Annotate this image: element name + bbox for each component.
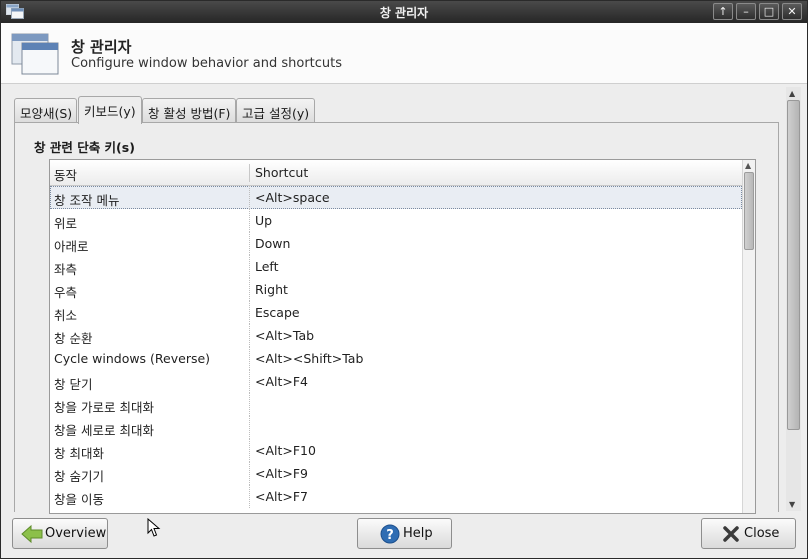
table-row[interactable]: 좌측 Left xyxy=(50,255,742,278)
titlebar[interactable]: 창 관리자 ↑ – □ ✕ xyxy=(1,1,807,23)
table-scrollbar-thumb[interactable] xyxy=(744,172,754,250)
dialog-scrollbar-thumb[interactable] xyxy=(787,100,800,430)
back-arrow-icon xyxy=(21,524,43,544)
table-row[interactable]: 창을 세로로 최대화 xyxy=(50,416,742,439)
column-divider xyxy=(249,301,250,324)
close-button[interactable]: Close xyxy=(701,518,796,549)
shortcut-cell: <Alt><Shift>Tab xyxy=(255,351,364,366)
shortcut-cell: Up xyxy=(255,213,273,228)
column-divider xyxy=(249,393,250,416)
column-divider xyxy=(249,164,250,182)
column-divider xyxy=(249,186,250,209)
action-cell: 위로 xyxy=(54,216,78,231)
shortcut-cell: Left xyxy=(255,259,279,274)
minimize-button[interactable]: – xyxy=(736,3,756,20)
shortcut-cell: Escape xyxy=(255,305,300,320)
table-row[interactable]: 창을 가로로 최대화 xyxy=(50,393,742,416)
shortcut-cell: <Alt>F10 xyxy=(255,443,316,458)
section-label: 창 관련 단축 키(s) xyxy=(34,140,135,155)
action-cell: 창을 이동 xyxy=(54,492,104,507)
table-row[interactable]: 창 순환 <Alt>Tab xyxy=(50,324,742,347)
tab-focus[interactable]: 창 활성 방법(F) xyxy=(142,98,236,123)
header-subtitle: Configure window behavior and shortcuts xyxy=(71,56,343,71)
dialog-scrollbar[interactable]: ▲ ▼ xyxy=(786,87,801,511)
column-divider xyxy=(249,439,250,462)
action-cell: 창 순환 xyxy=(54,331,93,346)
svg-text:?: ? xyxy=(386,528,394,543)
tab-keyboard[interactable]: 키보드(y) xyxy=(78,96,142,124)
window-up-button[interactable]: ↑ xyxy=(713,3,733,20)
action-cell: 창을 세로로 최대화 xyxy=(54,423,154,438)
overview-button[interactable]: Overview xyxy=(12,518,108,549)
shortcut-cell: <Alt>F9 xyxy=(255,466,309,481)
action-cell: 취소 xyxy=(54,308,78,323)
column-divider xyxy=(249,370,250,393)
window-manager-icon xyxy=(11,33,59,75)
table-row[interactable]: 위로 Up xyxy=(50,209,742,232)
table-row[interactable]: 취소 Escape xyxy=(50,301,742,324)
column-divider xyxy=(249,255,250,278)
action-cell: 창 조작 메뉴 xyxy=(54,193,120,208)
maximize-button[interactable]: □ xyxy=(759,3,779,20)
help-button-label: Help xyxy=(403,526,433,541)
scroll-down-arrow-icon[interactable]: ▼ xyxy=(789,500,795,509)
table-row[interactable]: 창 숨기기 <Alt>F9 xyxy=(50,462,742,485)
table-row[interactable]: 창 조작 메뉴 <Alt>space xyxy=(50,186,742,209)
help-icon: ? xyxy=(380,524,400,544)
action-cell: 창 숨기기 xyxy=(54,469,104,484)
close-button-label: Close xyxy=(744,526,780,541)
shortcuts-table[interactable]: 동작 Shortcut 창 조작 메뉴 <Alt>space 위로 Up 아래로 Down… xyxy=(49,159,756,514)
table-row[interactable]: Cycle windows (Reverse) <Alt><Shift>Tab xyxy=(50,347,742,370)
table-scrollbar[interactable]: ▲ xyxy=(742,160,755,513)
shortcut-cell: Right xyxy=(255,282,288,297)
tab-advanced[interactable]: 고급 설정(y) xyxy=(236,98,315,123)
action-cell: 창 닫기 xyxy=(54,377,93,392)
shortcut-cell: <Alt>F4 xyxy=(255,374,309,389)
close-window-button[interactable]: ✕ xyxy=(782,3,802,20)
column-header-action[interactable]: 동작 xyxy=(54,165,77,184)
tab-appearance[interactable]: 모양새(S) xyxy=(14,98,77,123)
header-title: 창 관리자 xyxy=(71,38,132,56)
close-x-icon xyxy=(723,526,739,542)
column-divider xyxy=(249,485,250,508)
column-header-shortcut[interactable]: Shortcut xyxy=(255,165,308,180)
scroll-up-arrow-icon[interactable]: ▲ xyxy=(745,161,751,170)
table-row[interactable]: 창 닫기 <Alt>F4 xyxy=(50,370,742,393)
action-cell: 우측 xyxy=(54,285,78,300)
action-cell: 아래로 xyxy=(54,239,89,254)
table-row[interactable]: 우측 Right xyxy=(50,278,742,301)
column-divider xyxy=(249,232,250,255)
table-row[interactable]: 창을 이동 <Alt>F7 xyxy=(50,485,742,508)
column-divider xyxy=(249,347,250,370)
column-divider xyxy=(249,278,250,301)
column-divider xyxy=(249,324,250,347)
action-cell: 좌측 xyxy=(54,262,78,277)
shortcut-cell: <Alt>Tab xyxy=(255,328,315,343)
table-rows: 창 조작 메뉴 <Alt>space 위로 Up 아래로 Down 좌측 Left 우측 Righ… xyxy=(50,186,742,508)
column-divider xyxy=(249,416,250,439)
overview-button-label: Overview xyxy=(45,526,107,541)
shortcut-cell: <Alt>F7 xyxy=(255,489,309,504)
mouse-pointer-icon xyxy=(147,518,161,537)
action-cell: 창을 가로로 최대화 xyxy=(54,400,154,415)
window-title: 창 관리자 xyxy=(379,6,429,20)
shortcut-cell: <Alt>space xyxy=(255,190,330,205)
help-button[interactable]: ? Help xyxy=(357,518,452,549)
shortcut-cell: Down xyxy=(255,236,291,251)
action-cell: Cycle windows (Reverse) xyxy=(54,351,211,366)
dialog-header: 창 관리자 Configure window behavior and shor… xyxy=(1,23,807,84)
column-divider xyxy=(249,209,250,232)
table-header: 동작 Shortcut xyxy=(50,160,742,186)
table-row[interactable]: 창 최대화 <Alt>F10 xyxy=(50,439,742,462)
action-cell: 창 최대화 xyxy=(54,446,104,461)
table-row[interactable]: 아래로 Down xyxy=(50,232,742,255)
window-manager-dialog: 창 관리자 ↑ – □ ✕ 창 관리자 Configure window beh… xyxy=(0,0,808,559)
column-divider xyxy=(249,462,250,485)
scroll-up-arrow-icon[interactable]: ▲ xyxy=(789,89,795,98)
